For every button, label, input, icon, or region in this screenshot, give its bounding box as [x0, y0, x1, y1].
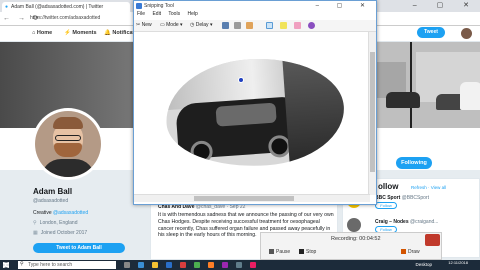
profile-location: ⚲ London, England: [33, 220, 78, 226]
stop-icon: [299, 249, 304, 255]
menu-edit[interactable]: Edit: [152, 11, 161, 17]
tweet-to-button[interactable]: Tweet to Adam Ball: [33, 243, 125, 253]
profile-handle: @adsaxadotted: [33, 198, 69, 204]
profile-bio: Creative @adsaxadotted: [33, 210, 89, 216]
recording-status: Recording: 00:04:52: [331, 236, 381, 242]
stop-button[interactable]: Stop: [299, 249, 316, 255]
search-icon: ⚲: [20, 261, 24, 267]
tweet-button[interactable]: Tweet: [417, 27, 445, 38]
taskbar-clock[interactable]: 12:11/2018: [448, 260, 468, 265]
pause-icon: [269, 249, 274, 255]
profile-name: Adam Ball: [33, 187, 73, 196]
file-explorer-icon[interactable]: [152, 262, 158, 268]
app-icon[interactable]: [222, 262, 228, 268]
mouse-cursor-icon: [238, 77, 244, 83]
calendar-icon: ▦: [33, 230, 38, 236]
location-pin-icon: ⚲: [33, 220, 37, 226]
nav-home[interactable]: ⌂ Home: [32, 30, 52, 36]
copy-icon[interactable]: [234, 22, 241, 29]
record-indicator-icon[interactable]: [425, 234, 440, 246]
delay-button[interactable]: ◷ Delay ▾: [190, 22, 212, 28]
store-icon[interactable]: [166, 262, 172, 268]
scissors-icon: [136, 3, 142, 9]
browser-window-controls[interactable]: – ▢ ✕: [413, 1, 478, 9]
desktop-toolbar[interactable]: Desktop: [415, 262, 432, 267]
mode-button[interactable]: ▭ Mode ▾: [160, 22, 183, 28]
menu-file[interactable]: File: [137, 11, 145, 17]
app-icon[interactable]: [208, 262, 214, 268]
vertical-scrollbar[interactable]: [368, 32, 376, 195]
eraser-icon[interactable]: [294, 22, 301, 29]
pause-button[interactable]: Pause: [269, 249, 290, 255]
save-icon[interactable]: [222, 22, 229, 29]
snipping-tool-titlebar[interactable]: Snipping Tool – ▢ ✕: [134, 1, 376, 11]
taskbar: ⚲ Type here to search Desktop 12:11/2018: [0, 260, 480, 270]
snip-menubar: File Edit Tools Help: [134, 11, 376, 20]
profile-avatar[interactable]: [32, 108, 104, 180]
app-icon[interactable]: [250, 262, 256, 268]
profile-joined: ▦ Joined October 2017: [33, 230, 88, 236]
pencil-icon: [401, 249, 406, 255]
windows-start-icon[interactable]: [3, 262, 9, 268]
account-avatar[interactable]: [461, 28, 472, 39]
send-icon[interactable]: [246, 22, 253, 29]
pen-icon[interactable]: [266, 22, 273, 29]
new-snip-button[interactable]: ✂ New: [136, 22, 152, 28]
snip-toolbar: ✂ New ▭ Mode ▾ ◷ Delay ▾: [134, 20, 376, 32]
following-button[interactable]: Following: [396, 157, 432, 169]
bio-link[interactable]: @adsaxadotted: [53, 210, 88, 216]
freeform-snip-image: [162, 52, 348, 173]
follow-button[interactable]: Follow: [375, 202, 397, 209]
avatar: [347, 218, 361, 232]
browser-tab-title: Adam Ball (@adsaxadotted.com) | Twitter: [11, 4, 104, 10]
taskbar-search-input[interactable]: ⚲ Type here to search: [18, 261, 116, 269]
app-icon[interactable]: [236, 262, 242, 268]
who-to-follow-title: ollow: [378, 182, 399, 191]
task-view-icon[interactable]: [124, 262, 130, 268]
snip-canvas[interactable]: [134, 32, 370, 195]
snip-window-controls[interactable]: – ▢ ✕: [316, 2, 373, 9]
snipping-tool-window: Snipping Tool – ▢ ✕ File Edit Tools Help…: [133, 0, 377, 205]
snipping-tool-title: Snipping Tool: [144, 3, 174, 9]
menu-tools[interactable]: Tools: [168, 11, 180, 17]
paint3d-icon[interactable]: [308, 22, 315, 29]
url-field[interactable]: https://twitter.com/adsaxadotted: [30, 15, 100, 21]
banner-street-photo: [376, 42, 480, 128]
recording-widget: Recording: 00:04:52 ✕ Pause Stop Draw: [260, 232, 442, 260]
app-icon[interactable]: [194, 262, 200, 268]
menu-help[interactable]: Help: [187, 11, 197, 17]
horizontal-scrollbar[interactable]: [134, 194, 370, 202]
draw-button[interactable]: Draw: [401, 249, 420, 255]
highlighter-icon[interactable]: [280, 22, 287, 29]
twitter-bird-icon: ●: [5, 4, 9, 10]
nav-moments[interactable]: ⚡ Moments: [64, 30, 97, 36]
chrome-icon[interactable]: [180, 262, 186, 268]
edge-icon[interactable]: [138, 262, 144, 268]
who-to-follow-links[interactable]: Refresh · View all: [411, 185, 446, 190]
browser-tab[interactable]: ● Adam Ball (@adsaxadotted.com) | Twitte…: [2, 2, 130, 12]
